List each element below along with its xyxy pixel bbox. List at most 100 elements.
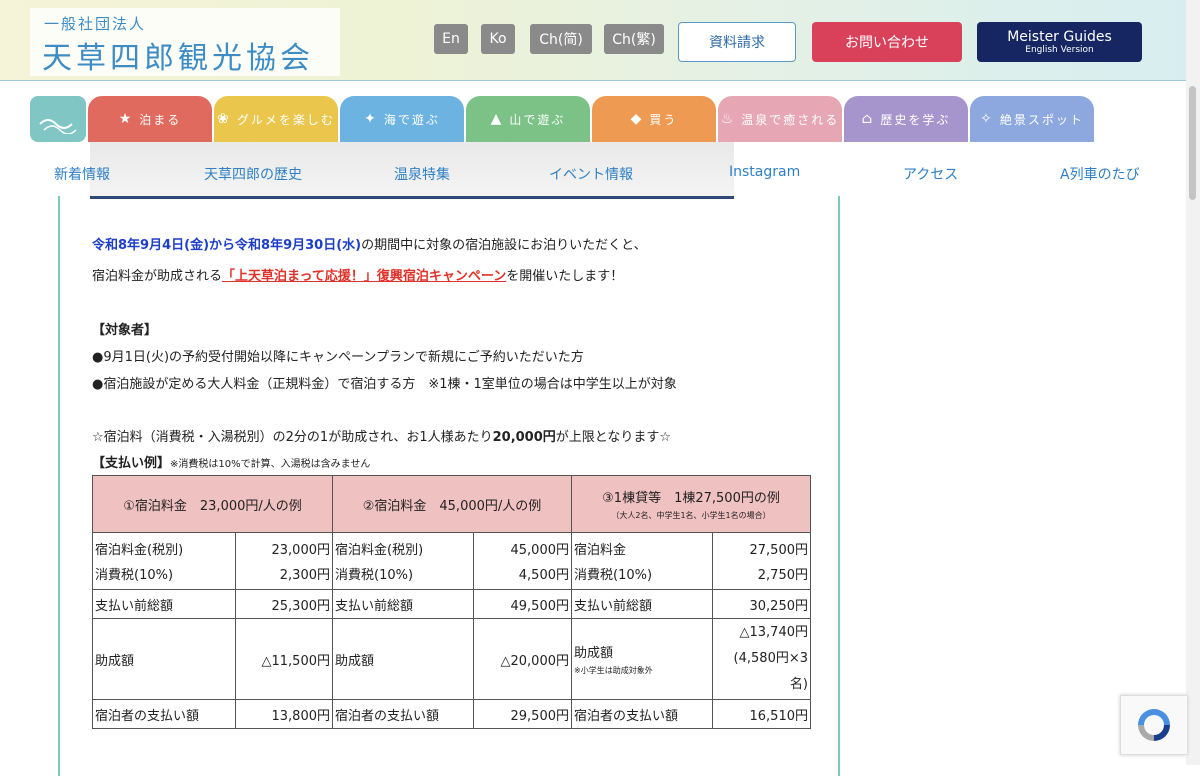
header-title: ③1棟貸等 1棟27,500円の例	[602, 491, 780, 506]
subsidy-value-cell: △13,740円 (4,580円×3 名)	[711, 618, 812, 700]
pay-label: 宿泊者の支払い額	[92, 699, 236, 729]
table-row: 宿泊者の支払い額 13,800円 宿泊者の支払い額 29,500円 宿泊者の支払…	[92, 699, 812, 729]
intro-line-2: 宿泊料金が助成される「上天草泊まって応援！」復興宿泊キャンペーンを開催いたします…	[92, 265, 623, 284]
pay-value: 29,500円	[472, 699, 573, 729]
category-tab-sea[interactable]: ✦ 海で遊ぶ	[340, 96, 464, 142]
lang-zh-traditional-button[interactable]: Ch(繁)	[604, 24, 664, 54]
lang-ko-button[interactable]: Ko	[481, 24, 515, 54]
logo-title: 天草四郎観光協会	[42, 41, 314, 76]
table-header-cell: ③1棟貸等 1棟27,500円の例 （大人2名、中学生1名、小学生1名の場合）	[571, 475, 811, 533]
total-value: 30,250円	[711, 589, 812, 619]
category-tab-gourmet[interactable]: ❀ グルメを楽しむ	[214, 96, 338, 142]
subnav-onsen[interactable]: 温泉特集	[394, 164, 450, 184]
logo-subtitle: 一般社団法人	[44, 15, 147, 33]
subnav-instagram[interactable]: Instagram	[729, 164, 800, 180]
category-tab-label: 温泉で癒される	[741, 112, 840, 127]
target-item: ●9月1日(火)の予約受付開始以降にキャンペーンプランで新規にご予約いただいた方	[92, 350, 584, 365]
contact-button[interactable]: お問い合わせ	[812, 22, 962, 62]
campaign-link[interactable]: 「上天草泊まって応援！」復興宿泊キャンペーン	[222, 269, 506, 284]
subnav-a-train[interactable]: A列車のたび	[1060, 164, 1140, 184]
subsidy-label-cell: 助成額 ※小学生は助成対象外	[571, 618, 713, 700]
category-tab-view[interactable]: ✧ 絶景スポット	[970, 96, 1094, 142]
fee-value: 45,000円	[510, 543, 570, 558]
subsidy-label: 助成額	[574, 646, 614, 661]
tax-value: 2,750円	[757, 568, 808, 583]
tax-label: 消費税(10%)	[95, 568, 174, 583]
wave-icon	[39, 119, 77, 134]
subsidy-label: 助成額	[92, 618, 236, 700]
table-header-cell: ①宿泊料金 23,000円/人の例	[92, 475, 333, 533]
table-row: 宿泊料金(税別) 消費税(10%) 23,000円 2,300円 宿泊料金(税別…	[92, 532, 812, 590]
recaptcha-icon	[1138, 709, 1170, 741]
tax-value: 2,300円	[279, 568, 330, 583]
intro-text: の期間中に対象の宿泊施設にお泊りいただくと、	[361, 238, 647, 253]
category-tab-label: グルメを楽しむ	[236, 112, 335, 127]
pay-value: 16,510円	[711, 699, 812, 729]
header-title: ②宿泊料金 45,000円/人の例	[362, 498, 542, 514]
subnav-news[interactable]: 新着情報	[54, 164, 110, 184]
total-label: 支払い前総額	[571, 589, 713, 619]
subsidy-text: ☆宿泊料（消費税・入湯税別）の2分の1が助成され、お1人様あたり	[92, 430, 493, 445]
table-cell-label: 宿泊料金 消費税(10%)	[571, 532, 713, 590]
subsidy-note: ※小学生は助成対象外	[574, 666, 653, 675]
pay-value: 13,800円	[235, 699, 333, 729]
table-row: 助成額 △11,500円 助成額 △20,000円 助成額 ※小学生は助成対象外…	[92, 618, 812, 700]
tax-label: 消費税(10%)	[335, 568, 414, 583]
table-header-cell: ②宿泊料金 45,000円/人の例	[332, 475, 572, 533]
history-icon: ⌂	[861, 111, 875, 127]
category-tab-onsen[interactable]: ♨ 温泉で癒される	[718, 96, 842, 142]
meister-guides-button[interactable]: Meister Guides English Version	[977, 22, 1142, 62]
fee-value: 27,500円	[749, 543, 809, 558]
lang-en-button[interactable]: En	[434, 24, 468, 54]
table-cell-label: 宿泊料金(税別) 消費税(10%)	[92, 532, 236, 590]
meister-guides-subtitle: English Version	[1025, 44, 1094, 55]
category-tab-label: 海で遊ぶ	[383, 112, 440, 127]
table-cell-label: 宿泊料金(税別) 消費税(10%)	[332, 532, 474, 590]
example-note: ※消費税は10%で計算、入湯税は含みません	[170, 459, 371, 470]
category-nav: ★ 泊まる ❀ グルメを楽しむ ✦ 海で遊ぶ ▲ 山で遊ぶ ◆ 買う ♨ 温泉で…	[30, 96, 1100, 142]
total-value: 25,300円	[235, 589, 333, 619]
site-logo[interactable]: 一般社団法人 天草四郎観光協会	[30, 8, 340, 76]
example-heading-line: 【支払い例】※消費税は10%で計算、入湯税は含みません	[92, 452, 370, 471]
table-header-row: ①宿泊料金 23,000円/人の例 ②宿泊料金 45,000円/人の例 ③1棟貸…	[92, 475, 811, 533]
campaign-dates: 令和8年9月4日(金)から令和8年9月30日(水)	[92, 238, 362, 253]
payment-example-table: ①宿泊料金 23,000円/人の例 ②宿泊料金 45,000円/人の例 ③1棟貸…	[92, 475, 812, 729]
subsidy-text: が上限となります☆	[555, 430, 672, 445]
view-icon: ✧	[980, 111, 994, 127]
intro-text: を開催いたします！	[506, 269, 624, 284]
table-row: 支払い前総額 25,300円 支払い前総額 49,500円 支払い前総額 30,…	[92, 589, 812, 619]
fee-value: 23,000円	[271, 543, 331, 558]
scrollbar-thumb[interactable]	[1189, 86, 1196, 200]
subsidy-line: ☆宿泊料（消費税・入湯税別）の2分の1が助成され、お1人様あたり20,000円が…	[92, 426, 671, 445]
mountain-icon: ▲	[490, 111, 504, 127]
recaptcha-badge[interactable]	[1120, 695, 1187, 755]
subnav-events[interactable]: イベント情報	[549, 164, 633, 184]
target-heading: 【対象者】	[92, 323, 158, 338]
category-tab-mountain[interactable]: ▲ 山で遊ぶ	[466, 96, 590, 142]
table-cell-value: 27,500円 2,750円	[711, 532, 812, 590]
intro-text: 宿泊料金が助成される	[92, 269, 223, 284]
subsidy-breakdown: 名)	[789, 677, 808, 692]
meister-guides-title: Meister Guides	[1007, 28, 1112, 45]
category-tab-label: 買う	[649, 112, 678, 127]
category-tab-shopping[interactable]: ◆ 買う	[592, 96, 716, 142]
category-tab-label: 歴史を学ぶ	[880, 112, 951, 127]
subsidy-label: 助成額	[332, 618, 474, 700]
example-heading: 【支払い例】	[92, 456, 171, 471]
category-tab-history[interactable]: ⌂ 歴史を学ぶ	[844, 96, 968, 142]
category-tab-top[interactable]	[30, 96, 86, 142]
fee-label: 宿泊料金(税別)	[95, 543, 184, 558]
subnav-access[interactable]: アクセス	[903, 164, 958, 184]
table-cell-value: 45,000円 4,500円	[472, 532, 573, 590]
gourmet-icon: ❀	[217, 111, 231, 127]
tax-value: 4,500円	[518, 568, 569, 583]
fee-label: 宿泊料金(税別)	[335, 543, 424, 558]
lang-zh-simplified-button[interactable]: Ch(简)	[530, 24, 592, 54]
request-documents-button[interactable]: 資料請求	[678, 22, 796, 62]
stay-icon: ★	[118, 111, 134, 127]
category-tab-stay[interactable]: ★ 泊まる	[88, 96, 212, 142]
subnav-history[interactable]: 天草四郎の歴史	[204, 164, 302, 184]
tax-label: 消費税(10%)	[574, 568, 653, 583]
intro-line-1: 令和8年9月4日(金)から令和8年9月30日(水)の期間中に対象の宿泊施設にお泊…	[92, 234, 647, 253]
subsidy-cap: 20,000円	[492, 430, 556, 445]
